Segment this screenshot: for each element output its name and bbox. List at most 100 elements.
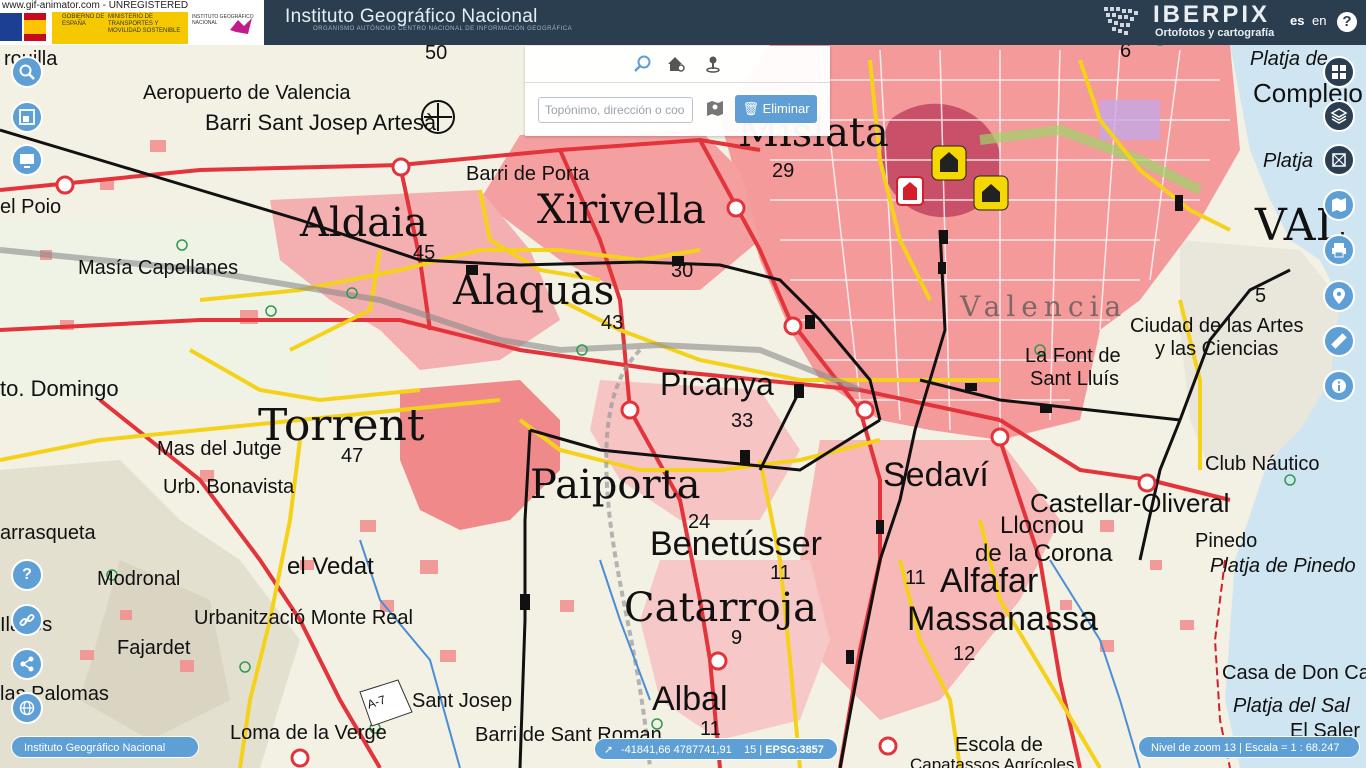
layers-icon xyxy=(1330,108,1348,124)
label-picanya: Picanya xyxy=(660,366,774,402)
search-input[interactable] xyxy=(538,97,693,123)
gov-text-2: MINISTERIO DE TRANSPORTES Y MOVILIDAD SO… xyxy=(108,14,181,34)
link-icon xyxy=(19,614,35,626)
coordinates-bar: ➚ -41841,66 4787741,91 15 | EPSG:3857 xyxy=(594,738,838,760)
search-location-icon[interactable] xyxy=(633,54,653,74)
share-icon xyxy=(20,656,34,672)
label-xirivella: Xirivella xyxy=(537,187,706,233)
eu-flag-icon xyxy=(0,13,22,41)
label-benetusser: Benetússer xyxy=(650,525,822,563)
iberpix-app: Manises Aeropuerto de Valencia Barri San… xyxy=(0,0,1366,768)
label-club-nautico: Club Náutico xyxy=(1205,453,1320,475)
spain-flag-icon xyxy=(24,13,46,41)
label-albal: Albal xyxy=(652,680,728,718)
label-fajardet: Fajardet xyxy=(117,637,191,659)
coordinates-value: -41841,66 4787741,91 xyxy=(621,744,732,756)
label-aeropuerto: Aeropuerto de Valencia xyxy=(143,82,351,104)
draw-tools-button[interactable] xyxy=(1323,144,1355,176)
question-icon: ? xyxy=(22,566,32,583)
info-icon xyxy=(1332,379,1346,393)
watermark-text: www.gif-animator.com - UNREGISTERED xyxy=(2,0,189,11)
search-panel: 🗑 Eliminar xyxy=(525,46,830,136)
map-number: 24 xyxy=(688,511,711,533)
link-button[interactable] xyxy=(11,604,43,636)
map-number: 43 xyxy=(601,312,624,334)
overview-map-button[interactable] xyxy=(11,101,43,133)
label-platja-pinedo: Platja de Pinedo xyxy=(1210,555,1356,577)
projection-button[interactable] xyxy=(11,692,43,724)
search-address-icon[interactable] xyxy=(666,54,686,74)
downloads-button[interactable] xyxy=(1323,189,1355,221)
label-font-2: Sant Lluís xyxy=(1030,368,1119,390)
layers-button[interactable] xyxy=(1323,100,1355,132)
print-button[interactable] xyxy=(1323,234,1355,266)
map-pin-icon[interactable] xyxy=(705,98,725,118)
base-layers-button[interactable] xyxy=(1323,56,1355,88)
label-el-poio: el Poio xyxy=(0,196,62,218)
ruler-icon xyxy=(1331,333,1347,349)
help-tour-button[interactable]: ? xyxy=(11,559,43,591)
label-monte-real: Urbanització Monte Real xyxy=(194,607,413,629)
map-download-icon xyxy=(1332,198,1346,212)
label-ciudad-artes-2: y las Ciencias xyxy=(1155,338,1279,360)
information-button[interactable] xyxy=(1323,370,1355,402)
delete-button[interactable]: 🗑 Eliminar xyxy=(735,95,817,123)
pointer-icon: ➚ xyxy=(604,744,614,756)
label-massanassa: Massanassa xyxy=(907,600,1098,638)
printer-icon xyxy=(1332,243,1346,258)
label-sto-domingo: to. Domingo xyxy=(0,376,119,401)
map-number: 12 xyxy=(953,643,976,665)
label-urb-bonavista: Urb. Bonavista xyxy=(163,476,295,498)
label-barri-sant-josep: Barri Sant Josep Artesà xyxy=(205,110,437,135)
magnifier-icon xyxy=(19,64,35,80)
map-number: 9 xyxy=(731,627,743,649)
measure-button[interactable] xyxy=(1323,325,1355,357)
label-masia-capellanes: Masía Capellanes xyxy=(78,257,239,279)
label-font-1: La Font de xyxy=(1025,345,1121,367)
iberpix-title: IBERPIX xyxy=(1153,1,1271,28)
map-number: 11 xyxy=(905,567,926,589)
map-number: 11 xyxy=(770,562,791,584)
search-coordinates-icon[interactable] xyxy=(703,54,723,74)
label-ciudad-artes-1: Ciudad de las Artes xyxy=(1130,315,1304,337)
label-llocnou-1: Llocnou xyxy=(1000,512,1085,539)
zoom-scale-bar: Nivel de zoom 13 | Escala = 1 : 68.247 xyxy=(1138,736,1360,758)
iberpix-logo-icon xyxy=(1104,7,1138,35)
polygon-icon xyxy=(1332,153,1346,167)
label-platja-de: Platja de xyxy=(1250,48,1328,70)
label-arrasqueta: arrasqueta xyxy=(0,522,96,544)
trash-icon: 🗑 xyxy=(742,101,763,116)
label-aldaia: Aldaia xyxy=(300,200,428,246)
globe-icon xyxy=(19,700,35,716)
map-number: 33 xyxy=(731,410,754,432)
label-platja-2: Platja xyxy=(1263,150,1314,172)
label-sant-josep: Sant Josep xyxy=(412,690,513,712)
language-en-link[interactable]: en xyxy=(1312,13,1326,28)
language-es-link[interactable]: es xyxy=(1290,13,1304,28)
label-modronal: Modronal xyxy=(97,568,181,590)
label-barri-porta: Barri de Porta xyxy=(466,163,590,185)
map-number: 45 xyxy=(413,242,436,264)
label-el-vedat: el Vedat xyxy=(287,553,374,580)
map-number: 30 xyxy=(671,260,694,282)
minimap-icon xyxy=(19,109,35,125)
label-escola: Escola de xyxy=(955,734,1043,756)
coordinates-separator xyxy=(735,744,741,756)
map-number: 29 xyxy=(772,160,795,182)
label-capatassos: Capatassos Agrícoles xyxy=(910,755,1075,768)
attribution-badge[interactable]: Instituto Geográfico Nacional xyxy=(11,736,199,758)
label-catarroja: Catarroja xyxy=(624,585,817,631)
map-number: 5 xyxy=(1255,285,1267,307)
help-button[interactable]: ? xyxy=(1337,12,1357,32)
ign-logo-icon xyxy=(230,18,252,34)
location-info-button[interactable] xyxy=(1323,280,1355,312)
label-alaquas: Alaquàs xyxy=(453,268,615,314)
epsg-code[interactable]: EPSG:3857 xyxy=(765,744,824,756)
monitor-icon xyxy=(20,154,34,168)
zoom-search-button[interactable] xyxy=(11,56,43,88)
compare-view-button[interactable] xyxy=(11,144,43,176)
share-button[interactable] xyxy=(11,648,43,680)
label-paiporta: Paiporta xyxy=(530,462,701,508)
iberpix-subtitle: Ortofotos y cartografía xyxy=(1155,27,1275,39)
location-pin-icon xyxy=(1333,288,1345,304)
